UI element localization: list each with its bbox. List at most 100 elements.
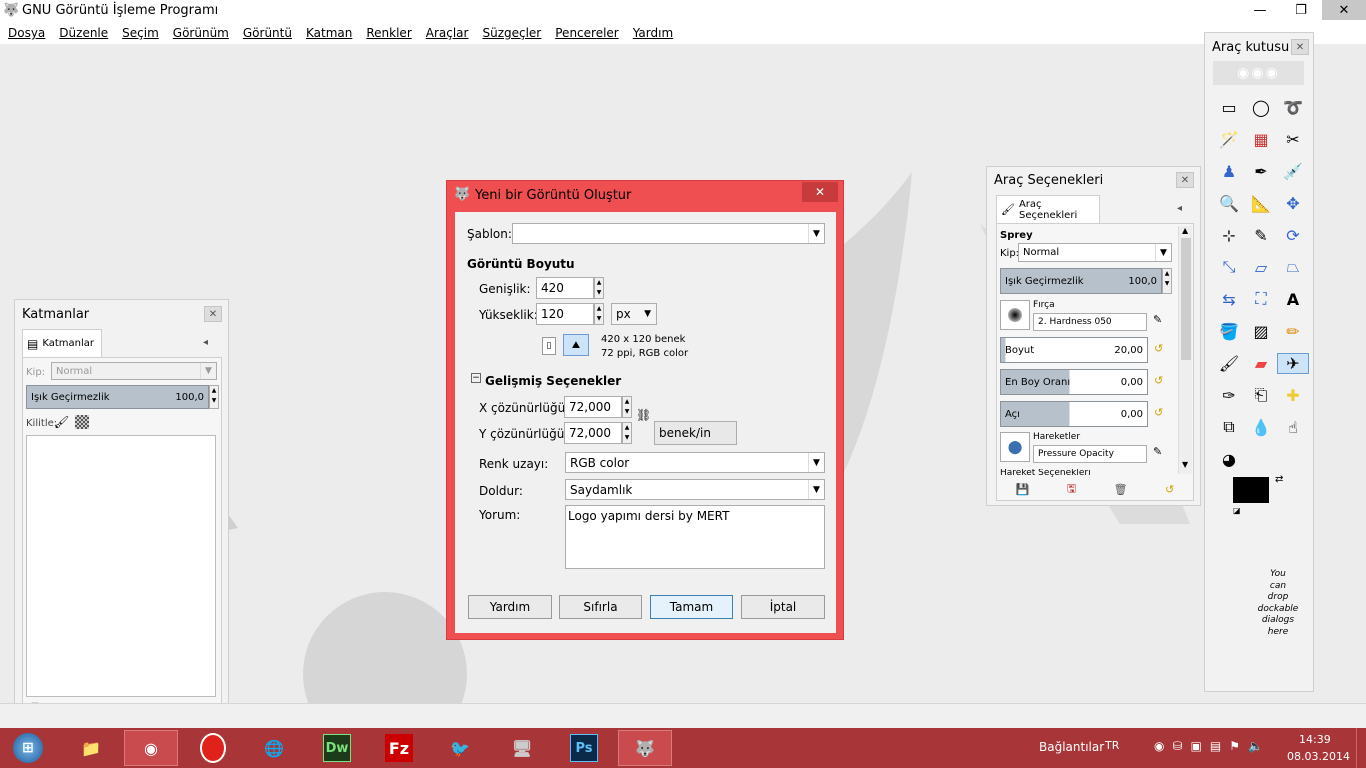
width-input[interactable]: 420 [536,277,594,299]
free-select-icon[interactable]: ➰ [1277,98,1309,117]
perspective-clone-icon[interactable]: ⧉ [1213,417,1245,437]
clock-date[interactable]: 08.03.2014 [1287,750,1350,763]
close-icon[interactable]: ✕ [204,306,222,322]
menu-dosya[interactable]: Dosya [8,26,45,40]
chain-link-icon[interactable]: ⛓ [636,408,651,422]
default-colors-icon[interactable]: ◪ [1233,506,1241,515]
fill-select[interactable]: Saydamlık ▼ [565,479,825,500]
restore-options-icon[interactable]: 🖫 [1067,480,1076,499]
reset-button[interactable]: Sıfırla [559,595,642,619]
eye-app-taskbar-icon[interactable]: ◉ [124,730,178,766]
yres-input[interactable]: 72,000 [564,422,622,444]
landscape-icon[interactable]: ⛰ [563,334,589,356]
menu-gorunum[interactable]: Görünüm [173,26,229,40]
aspect-ratio-slider[interactable]: En Boy Oranı 0,00 [1000,369,1148,395]
menu-duzenle[interactable]: Düzenle [59,26,108,40]
tab-layers[interactable]: ▤ Katmanlar [22,329,102,357]
yres-spinner[interactable]: ▲ ▼ [622,422,632,444]
xres-spinner[interactable]: ▲ ▼ [622,396,632,418]
reset-aspect-icon[interactable]: ↺ [1154,374,1163,387]
tray-pdf-icon[interactable]: ⛁ [1172,739,1182,753]
tab-menu-icon[interactable]: ◂ [1177,203,1182,214]
zoom-icon[interactable]: 🔍 [1213,194,1245,213]
reset-options-icon[interactable]: ↺ [1165,483,1174,496]
measure-icon[interactable]: 📐 [1245,194,1277,213]
close-icon[interactable]: ✕ [1291,39,1309,55]
color-select-icon[interactable]: ▦ [1245,130,1277,149]
tray-eye-icon[interactable]: ◉ [1154,739,1164,753]
eraser-icon[interactable]: ▰ [1245,354,1277,373]
align-icon[interactable]: ⊹ [1213,226,1245,245]
scale-icon[interactable]: ⤡ [1213,257,1245,277]
close-button[interactable]: ✕ [1322,0,1366,20]
show-desktop-button[interactable] [1356,728,1366,768]
tab-menu-icon[interactable]: ◂ [203,337,208,348]
dreamweaver-taskbar-icon[interactable]: Dw [310,730,364,766]
help-button[interactable]: Yardım [468,595,552,619]
opacity-slider[interactable]: Işık Geçirmezlik 100,0 [26,385,209,409]
opacity-slider[interactable]: Işık Geçirmezlik 100,0 [1000,268,1162,294]
portrait-icon[interactable]: ▯ [542,337,556,355]
explorer-taskbar-icon[interactable]: 📁 [64,730,118,766]
network-app-taskbar-icon[interactable]: 🖥 [495,730,549,766]
brush-preview-icon[interactable] [1000,300,1030,330]
clone-icon[interactable]: ⎗ [1245,385,1277,405]
lock-alpha-icon[interactable] [75,415,89,429]
advanced-options-heading[interactable]: Gelişmiş Seçenekler [485,374,621,388]
menu-katman[interactable]: Katman [306,26,352,40]
maximize-button[interactable]: ❐ [1281,0,1321,20]
foreground-color-swatch[interactable] [1233,477,1269,503]
size-slider[interactable]: Boyut 20,00 [1000,337,1148,363]
menu-yardim[interactable]: Yardım [633,26,673,40]
heal-icon[interactable]: ✚ [1277,386,1309,405]
rect-select-icon[interactable]: ▭ [1213,98,1245,117]
reset-angle-icon[interactable]: ↺ [1154,406,1163,419]
menu-araclar[interactable]: Araçlar [426,26,469,40]
browser-taskbar-icon[interactable]: 🌐 [247,730,301,766]
height-input[interactable]: 120 [536,303,594,325]
xres-input[interactable]: 72,000 [564,396,622,418]
dynamics-preview-icon[interactable]: ⬤ [1000,432,1030,462]
angle-slider[interactable]: Açı 0,00 [1000,401,1148,427]
shear-icon[interactable]: ▱ [1245,258,1277,277]
tray-network-icon[interactable]: ▤ [1210,739,1221,753]
rotate-icon[interactable]: ⟳ [1277,226,1309,245]
dialog-close-button[interactable]: ✕ [802,182,838,202]
edit-brush-icon[interactable]: ✎ [1153,313,1162,326]
color-picker-icon[interactable]: 💉 [1277,162,1309,181]
tray-volume-icon[interactable]: 🔈 [1248,739,1263,753]
cancel-button[interactable]: İptal [741,595,825,619]
width-spinner[interactable]: ▲ ▼ [594,277,604,299]
clock-time[interactable]: 14:39 [1299,733,1331,746]
resolution-unit-select[interactable]: benek/in [654,421,737,445]
collapse-icon[interactable]: − [471,373,481,383]
filezilla-taskbar-icon[interactable]: Fz [372,730,426,766]
fuzzy-select-icon[interactable]: 🪄 [1213,130,1245,149]
tab-tool-options[interactable]: 🖌 Araç Seçenekleri [996,195,1100,223]
ellipse-select-icon[interactable]: ◯ [1245,98,1277,117]
swap-colors-icon[interactable]: ⇄ [1275,474,1283,485]
height-spinner[interactable]: ▲ ▼ [594,303,604,325]
pencil-icon[interactable]: ✏ [1277,322,1309,341]
airbrush-icon[interactable]: ✈ [1277,352,1309,374]
opacity-spinner[interactable]: ▲ ▼ [209,385,219,409]
opacity-spinner[interactable]: ▲ ▼ [1162,268,1172,294]
close-icon[interactable]: ✕ [1176,172,1194,188]
blur-icon[interactable]: 💧 [1245,418,1277,437]
perspective-icon[interactable]: ⏢ [1277,257,1309,277]
menu-secim[interactable]: Seçim [122,26,159,40]
start-button[interactable]: ⊞ [0,730,56,766]
reset-size-icon[interactable]: ↺ [1154,342,1163,355]
scrollbar[interactable]: ▲ ▼ [1178,226,1192,474]
bucket-fill-icon[interactable]: 🪣 [1213,322,1245,341]
move-icon[interactable]: ✥ [1277,194,1309,213]
cage-icon[interactable]: ⛶ [1245,289,1277,309]
menu-pencereler[interactable]: Pencereler [555,26,618,40]
brush-name-field[interactable]: 2. Hardness 050 [1033,313,1147,331]
smudge-icon[interactable]: ☝ [1277,418,1309,437]
save-options-icon[interactable]: 💾 [1016,483,1030,496]
flip-icon[interactable]: ⇆ [1213,290,1245,309]
unit-select[interactable]: px ▼ [611,303,657,325]
paintbrush-icon[interactable]: 🖌 [1213,354,1245,373]
language-indicator[interactable]: TR [1105,739,1119,752]
